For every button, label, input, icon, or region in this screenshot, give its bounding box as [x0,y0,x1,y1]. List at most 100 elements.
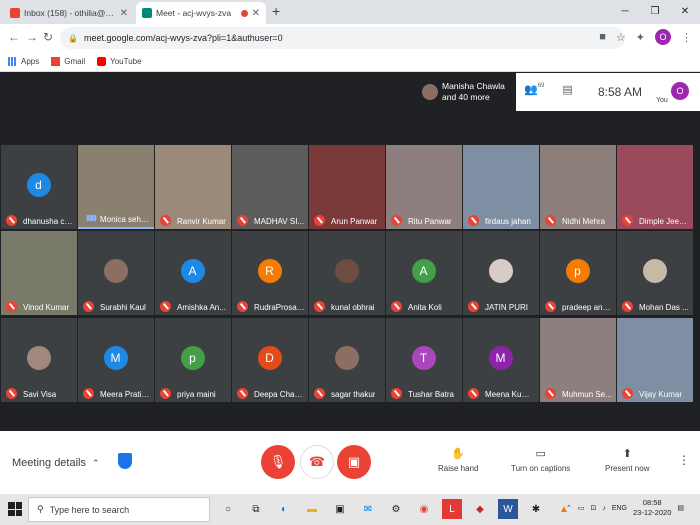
lock-icon[interactable]: 🔒 [68,34,78,43]
profile-avatar[interactable]: O [655,29,671,45]
windows-start-icon[interactable] [8,502,22,516]
participant-count: 69 [537,83,545,89]
present-now-button[interactable]: ⬆ Present now [605,447,649,473]
host-controls-icon[interactable] [118,453,132,469]
tab-meet[interactable]: Meet - acj-wvys-zva ✕ [136,2,266,24]
participant-tile[interactable]: firdaus jahan [463,145,539,229]
mic-muted-icon [622,388,633,399]
more-options-icon[interactable]: ⋮ [678,453,690,467]
bookmark-youtube[interactable]: YouTube [97,57,142,66]
participant-tile[interactable]: Nidhi Mehra [540,145,616,229]
present-now-label: Present now [605,464,650,473]
meet-stage: Manisha Chawla and 40 more 👥69 ▤ 8:58 AM… [0,73,700,431]
bookmark-star-icon[interactable]: ☆ [616,31,626,44]
meeting-details-button[interactable]: Meeting details ⌃ [12,457,100,469]
new-tab-button[interactable]: + [272,3,280,19]
battery-icon[interactable]: ▭ [578,504,585,512]
self-avatar[interactable]: O [671,82,689,100]
participant-tile[interactable]: R RudraProsad... [232,231,308,315]
participant-tile[interactable]: Savi Visa [1,318,77,402]
tab-gmail-inbox[interactable]: Inbox (158) - othilia@theindians ✕ [4,2,134,24]
store-icon[interactable]: ▣ [330,499,350,519]
mail-icon[interactable]: ✉ [358,499,378,519]
reload-icon[interactable]: ↻ [43,30,53,44]
people-icon[interactable]: 👥69 [524,83,544,96]
captions-label: Turn on captions [511,464,571,473]
chat-icon[interactable]: ▤ [562,83,572,96]
settings-icon[interactable]: ⚙ [386,499,406,519]
participant-tile[interactable]: Dimple Jeen... [617,145,693,229]
participant-tile[interactable]: kunal obhrai [309,231,385,315]
camera-off-button[interactable]: ▣ [337,445,371,479]
extensions-icon[interactable]: ✦ [636,31,645,44]
participant-tile[interactable]: M Meera Pratih... [78,318,154,402]
antivirus-icon[interactable]: ◆ [470,499,490,519]
participant-photo [103,259,128,283]
participant-avatar: D [257,346,282,370]
participant-tile[interactable]: Vijay Kumar [617,318,693,402]
participant-tile[interactable]: sagar thakur [309,318,385,402]
participant-tile[interactable]: MADHAV SI... [232,145,308,229]
participant-tile[interactable]: Mohan Das ... [617,231,693,315]
tools-icon[interactable]: ✱ [526,499,546,519]
file-explorer-icon[interactable]: ▬ [302,499,322,519]
youtube-icon [97,57,107,66]
participant-tile[interactable]: Ritu Panwar [386,145,462,229]
restore-icon[interactable]: ❐ [640,0,670,24]
participant-tile[interactable]: D Deepa Chakr... [232,318,308,402]
tray-overflow-icon[interactable]: ⌃ [566,504,572,512]
close-tab-icon[interactable]: ✕ [252,8,260,19]
forward-icon[interactable]: → [26,30,38,44]
chrome-icon[interactable]: ◉ [414,499,434,519]
close-window-icon[interactable]: ✕ [670,0,700,24]
participant-tile[interactable]: JATIN PURI [463,231,539,315]
participant-tile[interactable]: M Meena Kumari [463,318,539,402]
browser-toolbar: ← → ↻ 🔒 meet.google.com/acj-wvys-zva?pli… [0,24,700,52]
task-view-icon[interactable]: ⧉ [246,499,266,519]
mic-muted-icon [545,215,556,226]
language-indicator[interactable]: ENG [612,505,627,512]
word-icon[interactable]: W [498,499,518,519]
leave-call-button[interactable]: ☎ [300,445,334,479]
bookmark-gmail[interactable]: Gmail [51,57,85,66]
participant-name: Ritu Panwar [408,217,452,226]
captions-button[interactable]: ▭ Turn on captions [511,447,570,473]
taskbar-clock[interactable]: 08:58 23-12-2020 [633,498,671,518]
participant-tile[interactable]: Ranvir Kumar [155,145,231,229]
participant-tile[interactable]: A Amishka An... [155,231,231,315]
camera-permission-icon[interactable]: ■ [599,31,606,43]
minimize-icon[interactable]: ─ [610,0,640,24]
address-bar[interactable]: 🔒 meet.google.com/acj-wvys-zva?pli=1&aut… [60,27,625,49]
participant-tile[interactable]: Surabhi Kaul [78,231,154,315]
participant-tile[interactable]: d dhanusha ch... [1,145,77,229]
browser-menu-icon[interactable]: ⋮ [681,31,692,44]
participant-tile[interactable]: Vinod Kumar [1,231,77,315]
notifications-icon[interactable]: ▤ [677,504,684,512]
participant-tile[interactable]: Muhmun Se... [540,318,616,402]
back-icon[interactable]: ← [8,30,20,44]
volume-icon[interactable]: ♪ [602,505,606,512]
raise-hand-button[interactable]: ✋ Raise hand [438,447,478,473]
participant-name: Arun Panwar [331,217,378,226]
mic-off-button[interactable]: 🎙 [261,445,295,479]
close-tab-icon[interactable]: ✕ [120,8,128,19]
participant-photo [26,346,51,370]
participant-tile[interactable]: p pradeep aneja [540,231,616,315]
presenter-chip[interactable]: Manisha Chawla and 40 more [418,73,516,111]
bookmark-apps[interactable]: Apps [8,57,39,66]
participant-tile[interactable]: p priya maini [155,318,231,402]
cortana-icon[interactable]: ○ [218,499,238,519]
participant-tile[interactable]: ▮▮▮ Monica sehgal [78,145,154,229]
participant-tile[interactable]: T Tushar Batra [386,318,462,402]
gmail-icon [51,57,61,66]
taskbar-search[interactable]: ⚲ Type here to search [28,497,210,522]
participant-tile[interactable]: A Anita Koli [386,231,462,315]
hand-icon: ✋ [451,448,466,460]
participant-tile[interactable]: Arun Panwar [309,145,385,229]
participant-name: Monica sehgal [100,215,151,224]
edge-icon[interactable]: ◐ [274,499,294,519]
launcher-icon[interactable]: L [442,499,462,519]
network-icon[interactable]: ⊡ [590,504,596,512]
mic-muted-icon [237,215,248,226]
participant-photo [642,259,667,283]
